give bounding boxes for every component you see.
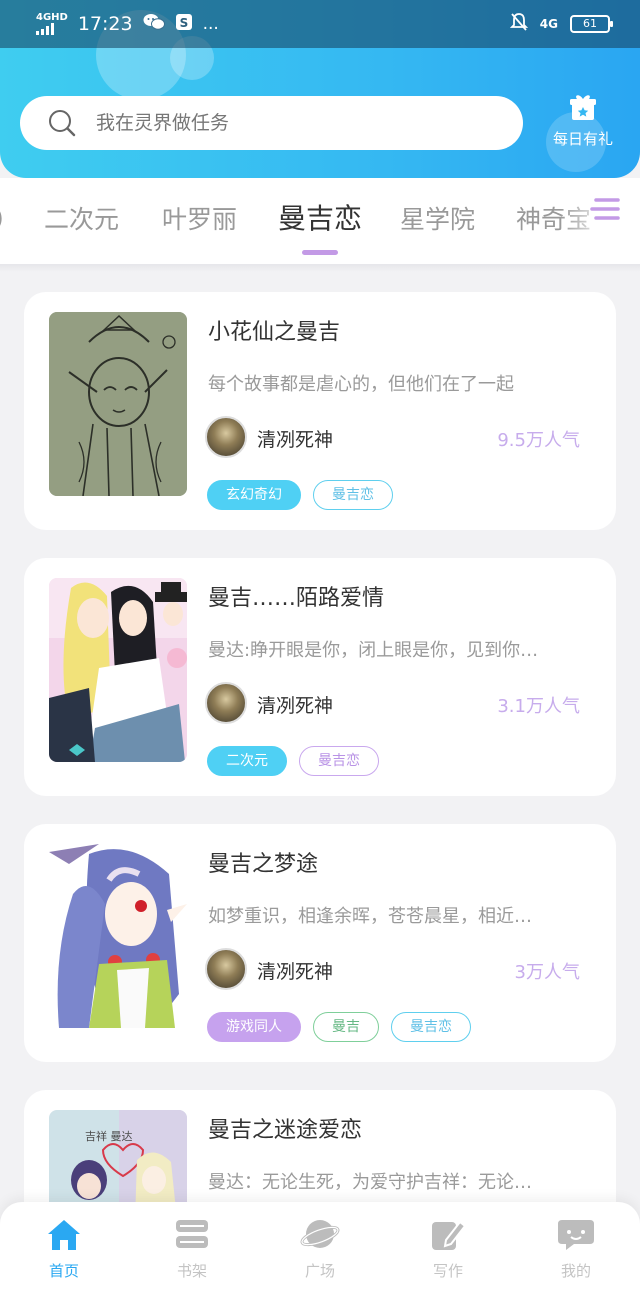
topic-tag[interactable]: 曼吉: [313, 1012, 379, 1042]
story-title: 曼吉……陌路爱情: [208, 586, 385, 611]
story-description: 曼达：无论生死，为爱守护吉祥：无论…: [208, 1172, 532, 1193]
story-description: 每个故事都是虐心的，但他们在了一起: [208, 374, 514, 395]
genre-tag[interactable]: 玄幻奇幻: [207, 480, 301, 510]
story-title: 曼吉之梦途: [208, 852, 319, 877]
story-card[interactable]: 小花仙之曼吉 每个故事都是虐心的，但他们在了一起 清冽死神 9.5万人气 玄幻奇…: [24, 292, 616, 530]
story-card[interactable]: 曼吉之梦途 如梦重识，相逢余晖，苍苍晨星，相近… 清冽死神 3万人气 游戏同人 …: [24, 824, 616, 1062]
story-cover-image: [49, 312, 187, 496]
status-bar: 4GHD 17:23 S ... 4G 61: [0, 0, 640, 48]
genre-tag[interactable]: 游戏同人: [207, 1012, 301, 1042]
category-tabs: ） 二次元 叶罗丽 曼吉恋 星学院 神奇宝: [0, 178, 640, 264]
author-name[interactable]: 清冽死神: [257, 425, 333, 452]
story-cover-image: [49, 844, 187, 1028]
nav-home-label: 首页: [48, 1262, 79, 1280]
signal-indicator: 4GHD: [36, 13, 68, 35]
tab-xingxueyuan[interactable]: 星学院: [400, 200, 475, 236]
gift-icon: [570, 95, 596, 120]
tag-list: 二次元 曼吉恋: [207, 746, 379, 776]
tag-list: 玄幻奇幻 曼吉恋: [207, 480, 393, 510]
mute-bell-icon: [509, 12, 528, 37]
pen-icon: [432, 1220, 467, 1250]
planet-icon: [300, 1220, 340, 1248]
bottom-navigation: 首页 书架 广场 写作 我的: [0, 1202, 640, 1298]
nav-bookshelf-label: 书架: [176, 1262, 207, 1280]
author-name[interactable]: 清冽死神: [257, 957, 333, 984]
search-bar[interactable]: [20, 96, 523, 150]
author-avatar[interactable]: [205, 682, 247, 724]
nav-home[interactable]: 首页: [14, 1216, 114, 1281]
category-menu-icon[interactable]: [588, 192, 622, 226]
tab-manjilian[interactable]: 曼吉恋: [278, 197, 362, 237]
chat-profile-icon: [558, 1220, 594, 1250]
popularity-count: 9.5万人气: [497, 430, 580, 451]
nav-bookshelf[interactable]: 书架: [142, 1216, 242, 1281]
story-title: 曼吉之迷途爱恋: [208, 1118, 363, 1143]
divider: [0, 264, 640, 272]
search-icon: [49, 110, 76, 137]
story-title: 小花仙之曼吉: [208, 320, 341, 345]
topic-tag[interactable]: 曼吉恋: [391, 1012, 471, 1042]
network-type-label: 4GHD: [36, 12, 68, 23]
gift-label: 每日有礼: [552, 130, 613, 148]
nav-write-label: 写作: [432, 1262, 463, 1280]
tab-yeluoli[interactable]: 叶罗丽: [162, 200, 237, 236]
story-description: 曼达:睁开眼是你，闭上眼是你，见到你…: [208, 640, 539, 661]
topic-tag[interactable]: 曼吉恋: [299, 746, 379, 776]
nav-square-label: 广场: [304, 1262, 335, 1280]
story-cover-image: [49, 578, 187, 762]
app-notification-icon: S: [175, 13, 193, 36]
data-type-label: 4G: [539, 17, 558, 31]
cover-caption: 吉祥 曼达: [85, 1130, 133, 1143]
nav-write[interactable]: 写作: [398, 1216, 498, 1281]
bookshelf-icon: [176, 1220, 208, 1248]
popularity-count: 3万人气: [514, 962, 580, 983]
genre-tag[interactable]: 二次元: [207, 746, 287, 776]
tab-erciyuan[interactable]: 二次元: [44, 200, 119, 236]
story-card[interactable]: 曼吉……陌路爱情 曼达:睁开眼是你，闭上眼是你，见到你… 清冽死神 3.1万人气…: [24, 558, 616, 796]
search-input[interactable]: [96, 112, 476, 134]
active-tab-indicator: [302, 250, 338, 255]
wechat-icon: [143, 13, 165, 36]
nav-profile-label: 我的: [560, 1262, 591, 1280]
app-header: 4GHD 17:23 S ... 4G 61 我在灵界做任务 每日有礼: [0, 0, 640, 178]
battery-icon: 61: [570, 15, 613, 33]
clock: 17:23: [77, 13, 133, 35]
tab-partial[interactable]: ）: [0, 200, 19, 236]
svg-text:S: S: [179, 16, 188, 30]
daily-gift-button[interactable]: 每日有礼: [538, 92, 628, 156]
nav-square[interactable]: 广场: [270, 1216, 370, 1281]
author-avatar[interactable]: [205, 416, 247, 458]
home-icon: [48, 1220, 80, 1250]
story-description: 如梦重识，相逢余晖，苍苍晨星，相近…: [208, 906, 532, 927]
author-avatar[interactable]: [205, 948, 247, 990]
nav-profile[interactable]: 我的: [526, 1216, 626, 1281]
topic-tag[interactable]: 曼吉恋: [313, 480, 393, 510]
tag-list: 游戏同人 曼吉 曼吉恋: [207, 1012, 471, 1042]
signal-bars-icon: [36, 23, 54, 35]
more-notifications: ...: [202, 14, 219, 34]
popularity-count: 3.1万人气: [497, 696, 580, 717]
author-name[interactable]: 清冽死神: [257, 691, 333, 718]
